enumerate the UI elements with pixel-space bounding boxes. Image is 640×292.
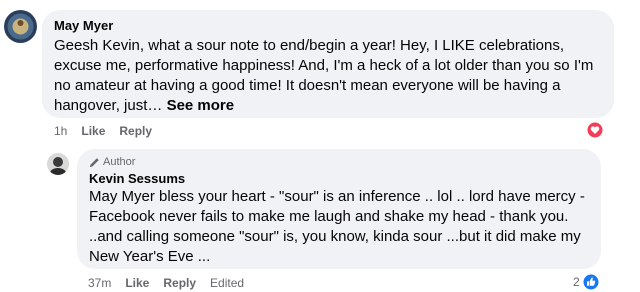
heart-icon [586,121,604,139]
avatar[interactable] [4,10,37,43]
reply-button[interactable]: Reply [163,276,196,290]
pencil-icon [89,157,99,167]
like-button[interactable]: Like [81,124,105,138]
author-badge: Author [89,154,589,170]
reply-author[interactable]: Kevin Sessums [89,170,589,187]
reaction-summary[interactable] [586,121,604,139]
reply-text: May Myer bless your heart - "sour" is an… [89,188,585,265]
reaction-summary[interactable]: 2 [573,273,600,291]
reply-actions: 37m Like Reply Edited [88,276,258,290]
author-badge-label: Author [103,156,136,168]
like-button[interactable]: Like [125,276,149,290]
reply-button[interactable]: Reply [119,124,152,138]
reaction-count: 2 [573,275,580,289]
reply-time[interactable]: 37m [88,276,111,290]
avatar[interactable] [47,153,69,175]
comment-actions: 1h Like Reply [54,124,166,138]
edited-label: Edited [210,276,245,290]
comment-text: Geesh Kevin, what a sour note to end/beg… [54,37,594,114]
thumbs-up-icon [582,273,600,291]
comment-author[interactable]: May Myer [54,17,602,34]
reply-bubble: Author Kevin Sessums May Myer bless your… [77,149,601,269]
comment-bubble: May Myer Geesh Kevin, what a sour note t… [42,10,614,118]
comment-time[interactable]: 1h [54,124,67,138]
see-more-link[interactable]: See more [167,97,235,114]
